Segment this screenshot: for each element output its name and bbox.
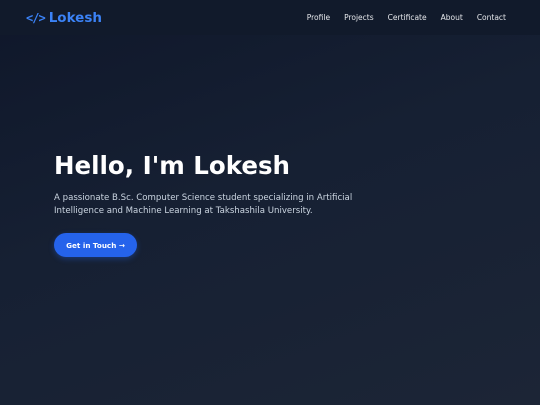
nav-links: Profile Projects Certificate About Conta…	[307, 13, 506, 22]
code-brackets-icon: </>	[26, 10, 46, 25]
hero-title: Hello, I'm Lokesh	[54, 151, 290, 180]
nav-link-about[interactable]: About	[441, 13, 463, 22]
get-in-touch-button[interactable]: Get in Touch →	[54, 233, 137, 257]
nav-link-projects[interactable]: Projects	[344, 13, 374, 22]
nav-link-contact[interactable]: Contact	[477, 13, 506, 22]
site-logo[interactable]: </> Lokesh	[26, 10, 102, 26]
navbar: </> Lokesh Profile Projects Certificate …	[0, 0, 540, 35]
hero-description: A passionate B.Sc. Computer Science stud…	[54, 193, 353, 216]
logo-text: Lokesh	[48, 9, 102, 26]
nav-link-certificate[interactable]: Certificate	[388, 13, 427, 22]
hero-section: Hello, I'm Lokesh A passionate B.Sc. Com…	[54, 150, 434, 257]
nav-link-profile[interactable]: Profile	[307, 13, 330, 22]
